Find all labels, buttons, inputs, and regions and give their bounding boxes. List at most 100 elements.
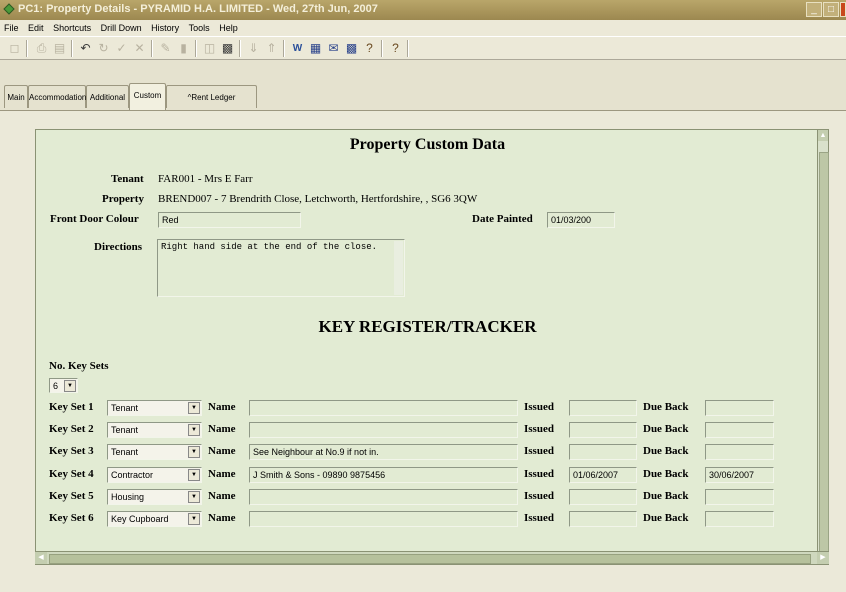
key-set-label: Key Set 4 (49, 467, 94, 480)
key-set-name-field[interactable] (249, 488, 518, 505)
table-icon[interactable]: ▩ (343, 40, 360, 57)
tab-rent-ledger[interactable]: ^Rent Ledger (166, 85, 257, 108)
key-set-row: Key Set 2 Tenant ▼ Name Issued Due Back (36, 420, 817, 442)
menu-drill-down[interactable]: Drill Down (101, 20, 142, 36)
directions-label: Directions (94, 241, 143, 253)
refresh-icon[interactable]: ↻ (95, 40, 112, 57)
key-set-name-field[interactable]: See Neighbour at No.9 if not in. (249, 444, 518, 461)
tab-additional[interactable]: Additional (86, 85, 129, 108)
key-set-label: Key Set 6 (49, 512, 94, 524)
key-set-type-select[interactable]: Contractor ▼ (107, 466, 202, 483)
cancel-icon[interactable]: ✕ (131, 40, 148, 57)
key-set-name-field[interactable]: J Smith & Sons - 09890 9875456 (249, 466, 518, 483)
due-back-label: Due Back (643, 512, 689, 524)
front-door-colour-field[interactable]: Red (158, 212, 301, 228)
pin-icon[interactable]: ◻ (6, 40, 23, 57)
notes-icon[interactable]: ▮ (175, 40, 192, 57)
tab-custom[interactable]: Custom (129, 83, 166, 110)
key-set-issued-field[interactable] (569, 511, 637, 527)
key-set-type-select[interactable]: Tenant ▼ (107, 400, 202, 416)
chevron-down-icon[interactable]: ▼ (188, 402, 200, 414)
key-set-type-select[interactable]: Housing ▼ (107, 488, 202, 505)
due-back-label: Due Back (643, 489, 689, 502)
copy-icon[interactable]: ◫ (201, 40, 218, 57)
key-set-due-back-field[interactable] (705, 422, 774, 439)
menu-edit[interactable]: Edit (28, 20, 44, 36)
menu-tools[interactable]: Tools (189, 20, 210, 36)
key-set-name-field[interactable] (249, 511, 518, 527)
preview-icon[interactable]: ▤ (51, 40, 68, 57)
front-door-colour-label: Front Door Colour (50, 213, 139, 225)
minimize-button[interactable]: _ (806, 2, 822, 17)
edit-icon[interactable]: ✎ (157, 40, 174, 57)
print-icon[interactable]: ⎙ (33, 40, 50, 57)
key-set-name-field[interactable] (249, 400, 518, 416)
key-set-due-back-field[interactable] (705, 444, 774, 461)
key-set-issued-field[interactable] (569, 422, 637, 439)
sort-down-icon[interactable]: ⇓ (245, 40, 262, 57)
vertical-scrollbar[interactable]: ▲ ▼ (817, 129, 829, 565)
key-set-issued-field[interactable] (569, 444, 637, 461)
mail-icon[interactable]: ✉ (325, 40, 342, 57)
horizontal-scroll-thumb[interactable] (49, 554, 811, 564)
key-set-issued-field[interactable] (569, 488, 637, 505)
vertical-scroll-thumb[interactable] (819, 152, 829, 554)
menu-history[interactable]: History (151, 20, 179, 36)
key-set-type-select[interactable]: Tenant ▼ (107, 422, 202, 439)
horizontal-scrollbar[interactable]: ◀ ▶ (35, 551, 829, 564)
name-label: Name (208, 423, 236, 436)
whats-this-icon[interactable]: ? (387, 40, 404, 57)
key-set-type-select[interactable]: Key Cupboard ▼ (107, 511, 202, 527)
directions-scrollbar[interactable] (394, 241, 403, 295)
key-set-type-select[interactable]: Tenant ▼ (107, 444, 202, 461)
menu-help[interactable]: Help (219, 20, 238, 36)
key-set-type-value: Tenant (111, 425, 139, 436)
name-label: Name (208, 445, 236, 458)
directions-text: Right hand side at the end of the close. (161, 242, 378, 252)
paste-icon[interactable]: ▩ (219, 40, 236, 57)
scroll-left-icon[interactable]: ◀ (35, 552, 47, 564)
chevron-down-icon[interactable]: ▼ (188, 513, 200, 525)
key-set-type-value: Key Cupboard (111, 514, 169, 524)
key-set-due-back-field[interactable]: 30/06/2007 (705, 466, 774, 483)
key-set-type-value: Tenant (111, 403, 139, 413)
chevron-down-icon[interactable]: ▼ (188, 490, 200, 503)
maximize-button[interactable]: □ (823, 2, 839, 17)
key-set-label: Key Set 2 (49, 423, 94, 436)
custom-data-panel: Property Custom Data Tenant FAR001 - Mrs… (35, 129, 818, 565)
no-key-sets-label: No. Key Sets (49, 360, 109, 372)
key-set-due-back-field[interactable] (705, 511, 774, 527)
scroll-right-icon[interactable]: ▶ (817, 552, 829, 564)
tab-accommodation[interactable]: Accommodation (28, 85, 86, 108)
tick-icon[interactable]: ✓ (113, 40, 130, 57)
chevron-down-icon[interactable]: ▼ (188, 446, 200, 459)
key-set-due-back-field[interactable] (705, 488, 774, 505)
undo-icon[interactable]: ↶ (77, 40, 94, 57)
key-set-due-back-field[interactable] (705, 400, 774, 416)
key-set-type-value: Contractor (111, 469, 154, 480)
tab-main[interactable]: Main (4, 85, 28, 108)
property-value: BREND007 - 7 Brendrith Close, Letchworth… (158, 193, 478, 205)
sort-up-icon[interactable]: ⇑ (263, 40, 280, 57)
menu-shortcuts[interactable]: Shortcuts (53, 20, 91, 36)
key-set-row: Key Set 3 Tenant ▼ Name See Neighbour at No.… (36, 442, 817, 464)
issued-label: Issued (524, 512, 554, 524)
date-painted-field[interactable]: 01/03/200 (547, 212, 615, 228)
key-set-type-value: Housing (111, 491, 145, 502)
help-icon[interactable]: ? (361, 40, 378, 57)
chevron-down-icon[interactable]: ▼ (188, 468, 200, 481)
menu-file[interactable]: File (4, 20, 19, 36)
directions-field[interactable]: Right hand side at the end of the close. (157, 239, 405, 297)
no-key-sets-select[interactable]: 6 ▼ (49, 378, 78, 393)
grid-icon[interactable]: ▦ (307, 40, 324, 57)
key-set-issued-field[interactable] (569, 400, 637, 416)
chevron-down-icon[interactable]: ▼ (188, 424, 200, 437)
key-set-name-field[interactable] (249, 422, 518, 439)
chevron-down-icon[interactable]: ▼ (64, 380, 76, 392)
key-set-issued-field[interactable]: 01/06/2007 (569, 466, 637, 483)
key-set-row: Key Set 4 Contractor ▼ Name J Smith & Sons -… (36, 465, 817, 487)
word-icon[interactable]: W (289, 40, 306, 57)
close-button[interactable] (840, 2, 846, 17)
scroll-up-icon[interactable]: ▲ (818, 130, 828, 141)
issued-label: Issued (524, 467, 554, 480)
